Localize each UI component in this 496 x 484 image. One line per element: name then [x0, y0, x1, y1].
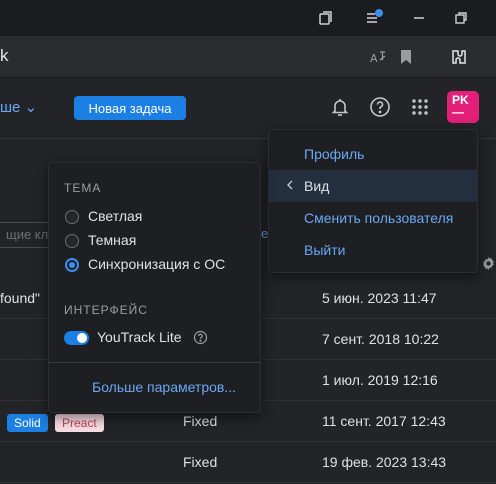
search-query-input[interactable]: щие кл [0, 222, 50, 248]
issue-summary[interactable]: found" [0, 290, 40, 306]
theme-dark-radio[interactable] [65, 234, 79, 248]
issue-state: Fixed [183, 454, 218, 470]
chevron-left-icon [285, 179, 295, 191]
issue-date: 7 сент. 2018 10:22 [322, 331, 439, 347]
view-submenu: ТЕМА Светлая Темная Синхронизация с ОС И… [48, 162, 261, 413]
menu-item-view[interactable]: Вид [269, 170, 477, 202]
tag-solid[interactable]: Solid [7, 414, 48, 432]
read-aloud-icon[interactable]: A [369, 48, 387, 66]
help-icon[interactable] [369, 96, 391, 118]
address-text[interactable]: k [0, 46, 9, 66]
bookmark-icon[interactable] [397, 48, 415, 66]
new-task-button[interactable]: Новая задача [74, 96, 186, 120]
theme-section-title: ТЕМА [64, 181, 102, 195]
user-avatar[interactable]: PK — [447, 91, 479, 123]
menu-item-view-label: Вид [304, 178, 330, 194]
issue-date: 11 сент. 2017 12:43 [322, 413, 446, 429]
browser-titlebar [0, 0, 496, 36]
avatar-subline: — [452, 105, 464, 119]
tag-preact[interactable]: Preact [55, 414, 104, 432]
settings-gear-icon[interactable] [481, 256, 496, 271]
extension-icon[interactable] [450, 48, 468, 66]
issue-date: 1 июл. 2019 12:16 [322, 372, 438, 388]
minimize-icon[interactable] [410, 9, 428, 27]
issue-state: Fixed [183, 413, 218, 429]
issue-date: 19 фев. 2023 13:43 [322, 454, 447, 470]
svg-text:A: A [370, 52, 378, 65]
restore-icon[interactable] [452, 9, 470, 27]
youtrack-lite-toggle[interactable] [64, 331, 89, 345]
youtrack-lite-label[interactable]: YouTrack Lite [97, 329, 182, 345]
address-bar[interactable]: k A [0, 36, 496, 78]
more-menu-dropdown[interactable]: ше ⌄ [0, 98, 37, 116]
help-circle-icon[interactable] [193, 330, 208, 345]
search-placeholder: щие кл [6, 227, 49, 242]
theme-light-radio[interactable] [65, 210, 79, 224]
interface-section-title: ИНТЕРФЕЙС [64, 303, 148, 317]
menu-item-logout[interactable]: Выйти [269, 234, 477, 266]
more-parameters-link[interactable]: Больше параметров... [92, 379, 236, 395]
notification-dot [375, 9, 383, 17]
menu-divider [49, 362, 260, 363]
theme-sync-os-radio[interactable] [65, 258, 79, 272]
menu-item-profile[interactable]: Профиль [269, 138, 477, 170]
theme-light-label[interactable]: Светлая [88, 208, 142, 224]
account-menu: Профиль Вид Сменить пользователя Выйти [268, 129, 478, 273]
apps-grid-icon[interactable] [409, 96, 431, 118]
collections-icon[interactable] [317, 9, 335, 27]
issue-row[interactable]: Fixed 19 фев. 2023 13:43 [0, 442, 496, 483]
issue-date: 5 июн. 2023 11:47 [322, 290, 437, 306]
menu-item-switch-user[interactable]: Сменить пользователя [269, 202, 477, 234]
theme-sync-os-label[interactable]: Синхронизация с ОС [88, 256, 225, 272]
notifications-bell-icon[interactable] [329, 96, 351, 118]
theme-dark-label[interactable]: Темная [88, 232, 136, 248]
